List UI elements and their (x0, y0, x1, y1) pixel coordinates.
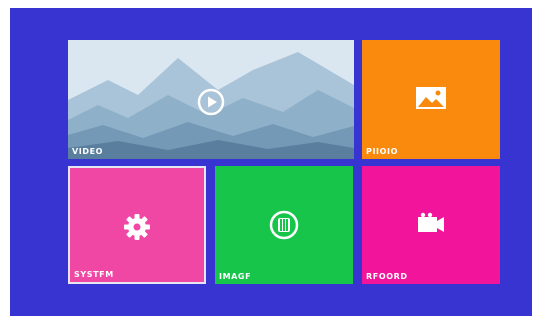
gear-icon (124, 214, 150, 240)
video-tile[interactable]: VIDEO (68, 40, 354, 159)
photo-label: PIIOIO (366, 147, 398, 156)
image-label: IMAGF (219, 272, 252, 281)
record-label: RFOORD (366, 272, 408, 281)
photo-tile[interactable]: PIIOIO (362, 40, 500, 159)
menu-screen: VIDEO PIIOIO SYSTFM IMAGF RFOORD (10, 8, 532, 316)
play-icon (197, 88, 225, 116)
picture-icon (416, 87, 446, 109)
video-label: VIDEO (72, 147, 104, 156)
image-tile[interactable]: IMAGF (215, 166, 353, 284)
system-tile[interactable]: SYSTFM (68, 166, 206, 284)
camera-icon (418, 212, 444, 232)
record-tile[interactable]: RFOORD (362, 166, 500, 284)
system-label: SYSTFM (74, 270, 114, 279)
film-icon (269, 210, 299, 240)
